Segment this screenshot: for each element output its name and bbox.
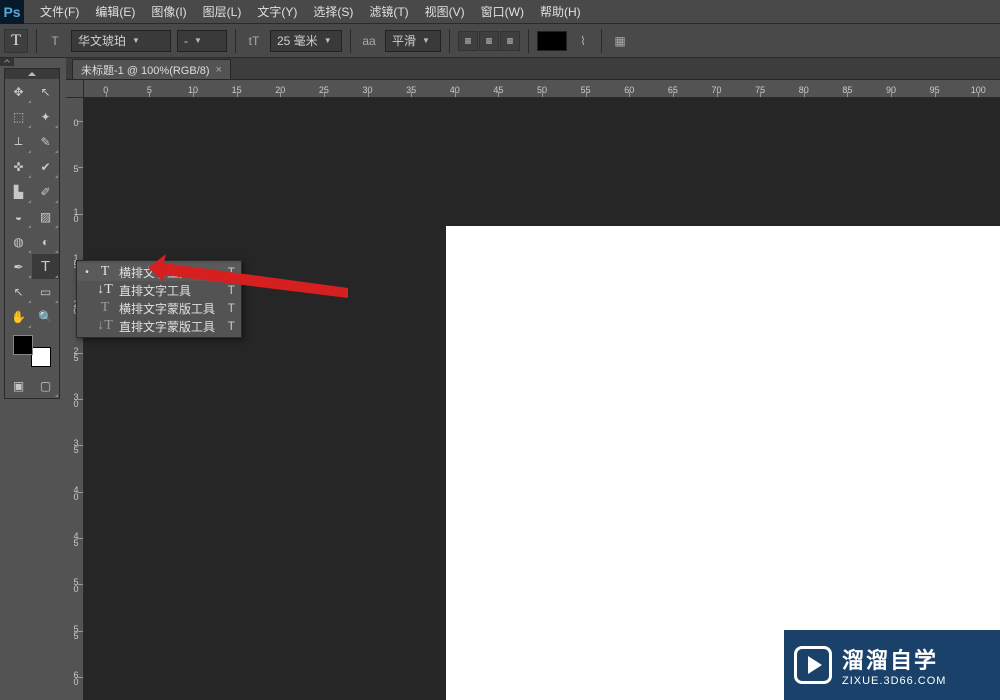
tool-type[interactable]: T (32, 254, 59, 279)
horizontal-ruler[interactable]: 0510152025303540455055606570758085909510… (84, 80, 1000, 98)
text-color-swatch[interactable] (537, 31, 567, 51)
tool-quickmask[interactable]: ▣ (5, 373, 32, 398)
font-size-value: 25 毫米 (277, 32, 318, 49)
dock-collapse-handle[interactable] (0, 58, 14, 66)
tool-eraser[interactable]: ◒ (5, 204, 32, 229)
document-tabs: 未标题-1 @ 100%(RGB/8) × (66, 58, 1000, 80)
tool-hand[interactable]: ✋ (5, 304, 32, 329)
close-icon[interactable]: × (216, 64, 222, 76)
menu-select[interactable]: 选择(S) (305, 0, 361, 24)
tools-panel: ✥ ↖ ⬚ ✦ ⟂ ✎ ✜ ✔ ▙ ✐ ◒ ▨ ◍ ◐ ✒ T ↖ ▭ ✋ 🔍 … (4, 68, 60, 399)
text-orientation-toggle[interactable]: T (45, 31, 65, 51)
tool-gradient[interactable]: ▨ (32, 204, 59, 229)
font-style-value: - (184, 34, 188, 48)
color-picker (5, 329, 59, 373)
dropdown-arrow-icon: ▼ (132, 36, 140, 45)
flyout-label: 直排文字工具 (119, 282, 215, 299)
tool-marquee[interactable]: ⬚ (5, 104, 32, 129)
flyout-horizontal-type-mask[interactable]: T 横排文字蒙版工具 T (77, 299, 241, 317)
play-icon (794, 646, 832, 684)
document-tab[interactable]: 未标题-1 @ 100%(RGB/8) × (72, 59, 231, 79)
tool-screenmode[interactable]: ▢ (32, 373, 59, 398)
flyout-label: 直排文字蒙版工具 (119, 318, 215, 335)
antialias-value: 平滑 (392, 32, 416, 49)
menu-view[interactable]: 视图(V) (417, 0, 473, 24)
workspace: 0510152025303540455055606570758085909510… (66, 80, 1000, 700)
tool-arrow-select[interactable]: ↖ (32, 79, 59, 104)
tool-history-brush[interactable]: ✐ (32, 179, 59, 204)
align-center-button[interactable]: ≡ (479, 31, 499, 51)
type-mask-icon: ↓T (97, 318, 113, 334)
menubar: Ps 文件(F) 编辑(E) 图像(I) 图层(L) 文字(Y) 选择(S) 滤… (0, 0, 1000, 24)
tool-wand[interactable]: ✦ (32, 104, 59, 129)
tool-dodge[interactable]: ◐ (32, 229, 59, 254)
menu-image[interactable]: 图像(I) (143, 0, 194, 24)
flyout-label: 横排文字蒙版工具 (119, 300, 215, 317)
flyout-vertical-type[interactable]: ↓T 直排文字工具 T (77, 281, 241, 299)
font-size-select[interactable]: 25 毫米 ▼ (270, 30, 342, 52)
warp-text-button[interactable]: ⌇ (573, 31, 593, 51)
menu-edit[interactable]: 编辑(E) (87, 0, 143, 24)
font-family-value: 华文琥珀 (78, 32, 126, 49)
tool-preset-icon[interactable]: T (4, 29, 28, 53)
document-area[interactable] (84, 98, 1000, 700)
menu-type[interactable]: 文字(Y) (249, 0, 305, 24)
flyout-horizontal-type[interactable]: • T 横排文字工具 T (77, 263, 241, 281)
character-panel-button[interactable]: ▦ (610, 31, 630, 51)
menu-layer[interactable]: 图层(L) (195, 0, 250, 24)
type-tool-flyout: • T 横排文字工具 T ↓T 直排文字工具 T T 横排文字蒙版工具 T ↓T… (76, 260, 242, 338)
antialias-icon: aa (359, 31, 379, 51)
antialias-select[interactable]: 平滑 ▼ (385, 30, 441, 52)
flyout-vertical-type-mask[interactable]: ↓T 直排文字蒙版工具 T (77, 317, 241, 335)
menu-file[interactable]: 文件(F) (32, 0, 87, 24)
tool-clone[interactable]: ▙ (5, 179, 32, 204)
vertical-ruler[interactable]: 051015202530354045505560 (66, 98, 84, 700)
tool-eyedropper[interactable]: ✎ (32, 129, 59, 154)
menu-window[interactable]: 窗口(W) (473, 0, 532, 24)
tool-zoom[interactable]: 🔍 (32, 304, 59, 329)
type-icon: T (97, 264, 113, 280)
align-right-button[interactable]: ≡ (500, 31, 520, 51)
tool-blur[interactable]: ◍ (5, 229, 32, 254)
align-left-button[interactable]: ≡ (458, 31, 478, 51)
flyout-shortcut: T (221, 319, 235, 333)
tool-move[interactable]: ✥ (5, 79, 32, 104)
font-family-select[interactable]: 华文琥珀 ▼ (71, 30, 171, 52)
dropdown-arrow-icon: ▼ (194, 36, 202, 45)
tool-brush[interactable]: ✔ (32, 154, 59, 179)
flyout-label: 横排文字工具 (119, 264, 215, 281)
document-tab-title: 未标题-1 @ 100%(RGB/8) (81, 62, 210, 78)
font-size-icon: tT (244, 31, 264, 51)
menu-help[interactable]: 帮助(H) (532, 0, 589, 24)
text-align-group: ≡ ≡ ≡ (458, 31, 520, 51)
watermark-title: 溜溜自学 (842, 643, 946, 675)
tool-shape[interactable]: ▭ (32, 279, 59, 304)
tool-pen[interactable]: ✒ (5, 254, 32, 279)
canvas[interactable] (446, 226, 1000, 700)
tool-path-select[interactable]: ↖ (5, 279, 32, 304)
flyout-shortcut: T (221, 301, 235, 315)
watermark-url: ZIXUE.3D66.COM (842, 675, 946, 687)
tool-crop[interactable]: ⟂ (5, 129, 32, 154)
dropdown-arrow-icon: ▼ (422, 36, 430, 45)
bullet-icon: • (83, 267, 91, 278)
flyout-shortcut: T (221, 265, 235, 279)
dropdown-arrow-icon: ▼ (324, 36, 332, 45)
font-style-select[interactable]: - ▼ (177, 30, 227, 52)
watermark: 溜溜自学 ZIXUE.3D66.COM (784, 630, 1000, 700)
app-logo: Ps (0, 0, 24, 24)
type-mask-icon: T (97, 300, 113, 316)
tools-panel-handle[interactable] (5, 69, 59, 79)
flyout-shortcut: T (221, 283, 235, 297)
foreground-color-swatch[interactable] (13, 335, 33, 355)
tool-spot-heal[interactable]: ✜ (5, 154, 32, 179)
ruler-origin[interactable] (66, 80, 84, 98)
options-bar: T T 华文琥珀 ▼ - ▼ tT 25 毫米 ▼ aa 平滑 ▼ ≡ ≡ ≡ … (0, 24, 1000, 58)
menu-filter[interactable]: 滤镜(T) (361, 0, 416, 24)
background-color-swatch[interactable] (31, 347, 51, 367)
type-icon: ↓T (97, 282, 113, 298)
